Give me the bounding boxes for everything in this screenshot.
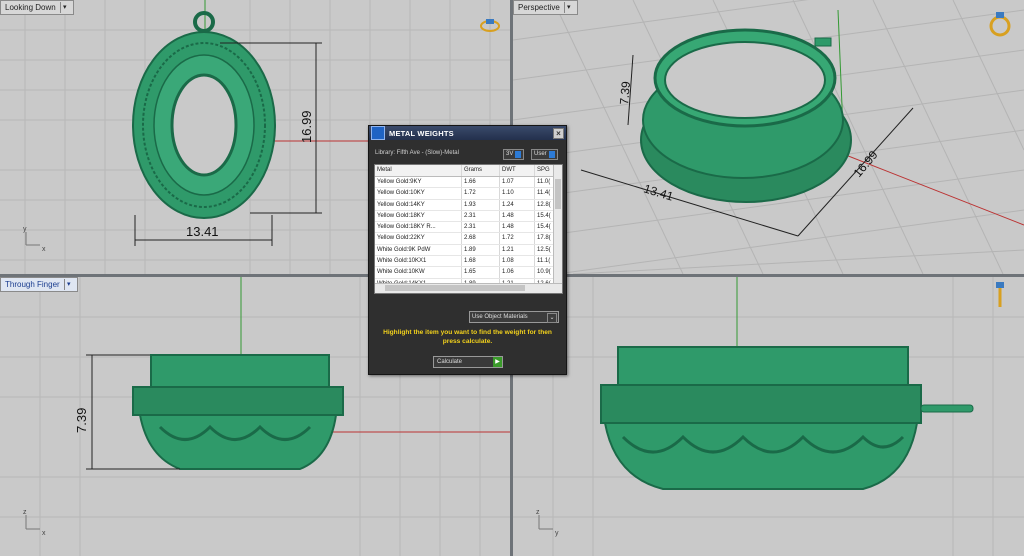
axis-x-label: x — [42, 246, 46, 253]
button-user[interactable]: User — [531, 149, 558, 160]
table-row[interactable]: White Gold:9K PdW 1.89 1.21 12.5( — [375, 244, 562, 257]
chevron-down-icon[interactable]: ▾ — [59, 2, 69, 13]
table-row[interactable]: Yellow Gold:18KY 2.31 1.48 15.4( — [375, 210, 562, 223]
axis-y-label: y — [23, 226, 27, 233]
table-row[interactable]: White Gold:10KW 1.65 1.06 10.9( — [375, 267, 562, 279]
table-cell: Yellow Gold:22KY — [375, 233, 462, 244]
table-row[interactable]: Yellow Gold:18KY R... 2.31 1.48 15.4( — [375, 222, 562, 234]
dim-height-label: 16.99 — [299, 110, 314, 143]
viewport-perspective[interactable]: 7.39 16.99 13.41 Perspective ▾ — [513, 0, 1024, 274]
instruction-text: Highlight the item you want to find the … — [383, 329, 552, 345]
dim-height-label: 7.39 — [617, 80, 633, 105]
table-cell: 1.06 — [500, 267, 535, 278]
table-row[interactable]: White Gold:10KX1 1.68 1.08 11.1( — [375, 256, 562, 268]
column-header-metal[interactable]: Metal — [375, 165, 462, 176]
column-header-grams[interactable]: Grams — [462, 165, 500, 176]
column-header-dwt[interactable]: DWT — [500, 165, 535, 176]
table-cell: 1.24 — [500, 199, 535, 210]
axis-z-label: z — [23, 509, 27, 516]
app-logo-icon — [371, 126, 385, 140]
axis-y-label: y — [555, 530, 559, 537]
table-row[interactable]: Yellow Gold:22KY 2.68 1.72 17.8( — [375, 233, 562, 245]
table-cell: White Gold:9K PdW — [375, 244, 462, 256]
metal-weights-table[interactable]: Metal Grams DWT SPG Yellow Gold:9KY 1.66 1… — [374, 164, 563, 294]
horizontal-scrollbar[interactable] — [375, 283, 562, 293]
viewport-grid: 7.39 16.99 13.41 — [513, 0, 1024, 274]
table-cell: 1.07 — [500, 177, 535, 188]
viewport-title: Perspective — [518, 3, 560, 12]
table-cell: 1.72 — [500, 233, 535, 244]
dim-width-label: 13.41 — [186, 224, 219, 239]
table-cell: 1.21 — [500, 244, 535, 256]
calculate-label: Calculate — [437, 359, 463, 365]
table-cell: Yellow Gold:18KY — [375, 210, 462, 222]
ring-view-icon[interactable] — [989, 12, 1011, 37]
table-cell: Yellow Gold:14KY — [375, 199, 462, 210]
table-cell: 1.48 — [500, 222, 535, 233]
scroll-thumb[interactable] — [555, 179, 561, 209]
table-cell: Yellow Gold:10KY — [375, 188, 462, 199]
table-header: Metal Grams DWT SPG — [375, 165, 562, 177]
button-3v-label: 3V — [506, 151, 514, 157]
table-body: Yellow Gold:9KY 1.66 1.07 11.0(Yellow Gold:… — [375, 177, 562, 293]
chevron-down-icon[interactable]: ⌄ — [547, 313, 557, 323]
viewport-tab-looking-down[interactable]: Looking Down ▾ — [0, 0, 74, 15]
button-user-label: User — [534, 151, 547, 157]
library-label: Library: Fifth Ave - (Slow)-Metal — [375, 150, 459, 156]
viewport-tab-through-finger[interactable]: Through Finger ▾ — [0, 277, 78, 292]
viewport-tab-perspective[interactable]: Perspective ▾ — [513, 0, 578, 15]
dim-width-label: 13.41 — [642, 181, 675, 203]
table-cell: Yellow Gold:9KY — [375, 177, 462, 188]
dialog-titlebar[interactable]: METAL WEIGHTS × — [369, 126, 566, 140]
table-cell: White Gold:10KW — [375, 267, 462, 278]
table-cell: 1.66 — [462, 177, 500, 188]
close-icon[interactable]: × — [553, 127, 564, 139]
viewport-title: Through Finger — [5, 280, 60, 289]
table-cell: 1.72 — [462, 188, 500, 199]
viewport-front[interactable]: z y — [513, 277, 1024, 556]
table-cell: 1.65 — [462, 267, 500, 278]
table-cell: 1.48 — [500, 210, 535, 222]
pendant-top-view — [132, 11, 276, 219]
viewport-title: Looking Down — [5, 3, 56, 12]
table-row[interactable]: Yellow Gold:9KY 1.66 1.07 11.0( — [375, 177, 562, 189]
table-cell: Yellow Gold:18KY R... — [375, 222, 462, 233]
axis-x-label: x — [42, 530, 46, 537]
viewport-grid: z y — [513, 277, 1024, 556]
table-cell: 2.31 — [462, 210, 500, 222]
pendant-side-view — [132, 354, 344, 470]
button-3v[interactable]: 3V — [503, 149, 525, 160]
pendant-perspective-view — [640, 28, 852, 203]
dialog-title: METAL WEIGHTS — [389, 128, 454, 138]
ring-view-icon[interactable] — [996, 282, 1004, 307]
table-cell: 2.31 — [462, 222, 500, 233]
calculate-button[interactable]: Calculate ▶ — [433, 356, 503, 368]
chevron-down-icon[interactable]: ▾ — [563, 2, 573, 13]
table-cell: 1.93 — [462, 199, 500, 210]
toggle-icon — [515, 151, 522, 158]
table-cell: 1.68 — [462, 256, 500, 267]
toggle-icon — [548, 151, 555, 158]
table-row[interactable]: Yellow Gold:14KY 1.93 1.24 12.8( — [375, 199, 562, 211]
table-cell: 2.68 — [462, 233, 500, 244]
table-cell: 1.08 — [500, 256, 535, 267]
pendant-front-view — [600, 346, 974, 490]
chevron-down-icon[interactable]: ▾ — [63, 279, 73, 290]
vertical-scrollbar[interactable] — [553, 165, 562, 283]
table-row[interactable]: Yellow Gold:10KY 1.72 1.10 11.4( — [375, 188, 562, 200]
table-cell: White Gold:10KX1 — [375, 256, 462, 267]
dim-height-label: 7.39 — [74, 408, 89, 433]
metal-weights-dialog[interactable]: METAL WEIGHTS × Library: Fifth Ave - (Sl… — [368, 125, 567, 375]
play-icon: ▶ — [493, 357, 502, 367]
table-cell: 1.89 — [462, 244, 500, 256]
material-select-value: Use Object Materials — [472, 314, 528, 320]
axis-z-label: z — [536, 509, 540, 516]
material-select[interactable]: Use Object Materials ⌄ — [469, 311, 559, 323]
scroll-thumb[interactable] — [385, 285, 525, 291]
table-cell: 1.10 — [500, 188, 535, 199]
